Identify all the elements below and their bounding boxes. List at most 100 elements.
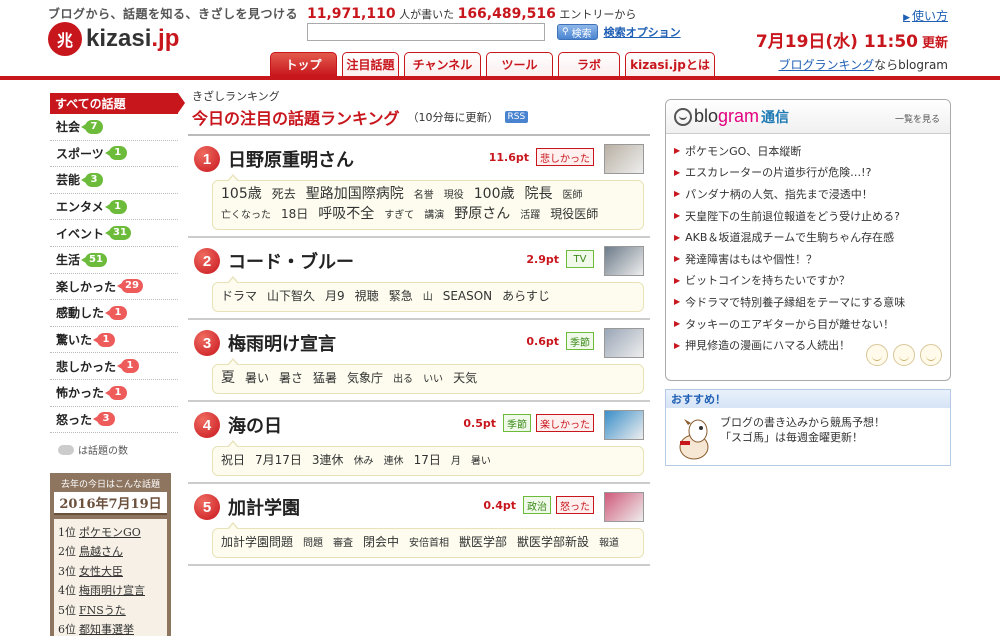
keyword-link[interactable]: 緊急 — [389, 287, 413, 305]
keyword-link[interactable]: あらすじ — [502, 287, 550, 305]
topic-tag[interactable]: 楽しかった — [536, 414, 594, 432]
blogram-logo[interactable]: blo gram 通信 — [674, 106, 789, 127]
category-item[interactable]: イベント 31 — [50, 220, 178, 247]
keyword-link[interactable]: 100歳 — [474, 185, 515, 203]
topic-tag[interactable]: 政治 — [523, 496, 551, 514]
keyword-link[interactable]: 活躍 — [520, 207, 540, 225]
ranking-topic-link[interactable]: 海の日 — [228, 412, 282, 438]
blogram-news-item[interactable]: ▶ エスカレーターの片道歩行が危険…!? — [674, 162, 950, 184]
tab-top[interactable]: トップ — [270, 52, 337, 76]
category-item[interactable]: 社会 7 — [50, 114, 178, 141]
help-link[interactable]: ▶ 使い方 — [903, 7, 948, 24]
blogram-news-item[interactable]: ▶ パンダナ柄の人気、指先まで浸透中！ — [674, 183, 950, 205]
keyword-link[interactable]: 猛暑 — [313, 369, 337, 387]
tab-about[interactable]: kizasi.jpとは — [625, 52, 715, 76]
keyword-link[interactable]: 現役 — [444, 187, 464, 205]
keyword-link[interactable]: 閉会中 — [363, 533, 399, 551]
blogram-more-link[interactable]: 一覧を見る — [895, 112, 940, 125]
tab-channel[interactable]: チャンネル — [404, 52, 481, 76]
topic-thumbnail[interactable] — [604, 144, 644, 174]
blogram-news-item[interactable]: ▶ 発達障害はもはや個性！？ — [674, 248, 950, 270]
keyword-link[interactable]: 院長 — [524, 185, 552, 203]
recommend-text[interactable]: ブログの書き込みから競馬予想！ 「スゴ馬」は毎週金曜更新！ — [720, 415, 885, 445]
keyword-link[interactable]: 獣医学部新設 — [517, 533, 589, 551]
category-item[interactable]: スポーツ 1 — [50, 141, 178, 168]
keyword-link[interactable]: 加計学園問題 — [221, 533, 293, 551]
keyword-link[interactable]: 暑さ — [279, 369, 303, 387]
keyword-link[interactable]: 現役医師 — [550, 205, 598, 223]
blogram-news-item[interactable]: ▶ 天皇陛下の生前退位報道をどう受け止める? — [674, 205, 950, 227]
topic-thumbnail[interactable] — [604, 246, 644, 276]
keyword-link[interactable]: 夏 — [221, 369, 235, 387]
keyword-link[interactable]: 死去 — [272, 185, 296, 203]
topic-tag[interactable]: 悲しかった — [536, 148, 594, 166]
keyword-link[interactable]: 祝日 — [221, 451, 245, 469]
keyword-link[interactable]: 医師 — [562, 187, 582, 205]
search-button[interactable]: ⚲ 検索 — [557, 24, 598, 40]
search-option-link[interactable]: 検索オプション — [604, 24, 681, 40]
keyword-link[interactable]: 野原さん — [454, 205, 510, 223]
keyword-link[interactable]: 月 — [451, 453, 461, 471]
category-item[interactable]: 悲しかった 1 — [50, 353, 178, 380]
blogram-ranking-link[interactable]: ブログランキング — [778, 58, 874, 72]
horse-mascot-icon[interactable] — [674, 417, 714, 461]
blogram-news-item[interactable]: ▶ タッキーのエアギターから目が離せない！ — [674, 313, 950, 335]
keyword-link[interactable]: いい — [423, 371, 443, 389]
search-input[interactable] — [307, 23, 545, 41]
last-year-link[interactable]: ポケモンGO — [79, 524, 141, 540]
site-logo[interactable]: 兆 kizasi.jp — [48, 22, 179, 56]
keyword-link[interactable]: 亡くなった — [221, 207, 271, 225]
topic-thumbnail[interactable] — [604, 492, 644, 522]
topic-tag[interactable]: 怒った — [556, 496, 594, 514]
tab-tools[interactable]: ツール — [486, 52, 553, 76]
blogram-news-item[interactable]: ▶ AKB＆坂道混成チームで生駒ちゃん存在感 — [674, 226, 950, 248]
keyword-link[interactable]: 3連休 — [312, 451, 344, 469]
keyword-link[interactable]: SEASON — [443, 287, 492, 305]
keyword-link[interactable]: 審査 — [333, 535, 353, 553]
last-year-link[interactable]: 鳥越さん — [79, 543, 123, 559]
keyword-link[interactable]: 問題 — [303, 535, 323, 553]
rss-button[interactable]: RSS — [504, 111, 529, 123]
keyword-link[interactable]: 講演 — [424, 207, 444, 225]
topic-thumbnail[interactable] — [604, 328, 644, 358]
tab-topics[interactable]: 注目話題 — [342, 52, 399, 76]
category-item[interactable]: 楽しかった 29 — [50, 274, 178, 301]
keyword-link[interactable]: 安倍首相 — [409, 535, 449, 553]
blogram-news-item[interactable]: ▶ ビットコインを持ちたいですか？ — [674, 270, 950, 292]
category-item[interactable]: 怒った 3 — [50, 407, 178, 434]
keyword-link[interactable]: 105歳 — [221, 185, 262, 203]
keyword-link[interactable]: 暑い — [471, 453, 491, 471]
keyword-link[interactable]: 出る — [393, 371, 413, 389]
topic-tag[interactable]: 季節 — [566, 332, 594, 350]
keyword-link[interactable]: 呼吸不全 — [318, 205, 374, 223]
category-item[interactable]: エンタメ 1 — [50, 194, 178, 221]
keyword-link[interactable]: 気象庁 — [347, 369, 383, 387]
category-item[interactable]: 感動した 1 — [50, 300, 178, 327]
category-item[interactable]: 芸能 3 — [50, 167, 178, 194]
keyword-link[interactable]: 報道 — [599, 535, 619, 553]
category-all[interactable]: すべての話題 — [50, 93, 185, 114]
category-item[interactable]: 生活 51 — [50, 247, 178, 274]
last-year-link[interactable]: 都知事選挙 — [79, 621, 134, 636]
keyword-link[interactable]: 視聴 — [355, 287, 379, 305]
category-item[interactable]: 怖かった 1 — [50, 380, 178, 407]
keyword-link[interactable]: 月9 — [325, 287, 345, 305]
keyword-link[interactable]: 7月17日 — [255, 451, 302, 469]
keyword-link[interactable]: 17日 — [414, 451, 441, 469]
ranking-topic-link[interactable]: 加計学園 — [228, 494, 300, 520]
keyword-link[interactable]: 暑い — [245, 369, 269, 387]
keyword-link[interactable]: ドラマ — [221, 287, 257, 305]
topic-tag[interactable]: 季節 — [503, 414, 531, 432]
keyword-link[interactable]: 連休 — [384, 453, 404, 471]
keyword-link[interactable]: 休み — [354, 453, 374, 471]
last-year-link[interactable]: 梅雨明け宣言 — [79, 582, 145, 598]
last-year-link[interactable]: 女性大臣 — [79, 563, 123, 579]
keyword-link[interactable]: 山下智久 — [267, 287, 315, 305]
keyword-link[interactable]: 天気 — [453, 369, 477, 387]
last-year-link[interactable]: FNSうた — [79, 602, 126, 618]
tab-lab[interactable]: ラボ — [558, 52, 620, 76]
keyword-link[interactable]: すぎて — [384, 207, 414, 225]
keyword-link[interactable]: 聖路加国際病院 — [306, 185, 404, 203]
ranking-topic-link[interactable]: コード・ブルー — [228, 248, 354, 274]
keyword-link[interactable]: 18日 — [281, 205, 308, 223]
